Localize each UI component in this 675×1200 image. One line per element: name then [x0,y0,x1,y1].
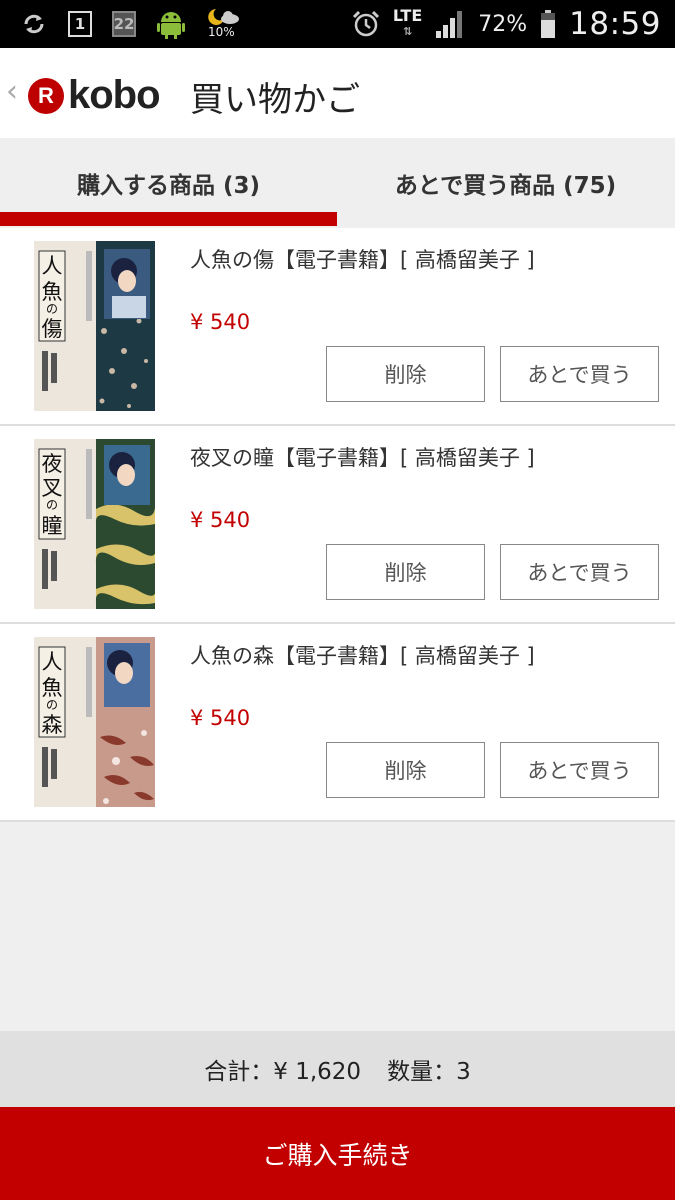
delete-button[interactable]: 削除 [326,346,485,402]
signal-icon [436,11,463,38]
svg-text:森: 森 [42,713,63,737]
data-arrows-icon: ⇅ [402,25,413,38]
app-header: ‹ R kobo 買い物かご [0,48,675,138]
svg-text:魚: 魚 [42,676,63,700]
calendar-icon-secondary: 22 [112,11,136,37]
item-title[interactable]: 人魚の傷【電子書籍】[ 高橋留美子 ] [190,244,535,274]
battery-percent: 72% [478,11,528,37]
cart-tabs: 購入する商品 (3) あとで買う商品 (75) [0,138,675,228]
svg-text:瞳: 瞳 [42,514,63,538]
buy-later-button[interactable]: あとで買う [500,544,659,600]
svg-text:叉: 叉 [42,476,63,500]
svg-text:人: 人 [42,650,63,674]
svg-text:の: の [46,302,58,316]
cart-item: 人 魚 の 森 人魚の森【電子書籍】[ 高橋留美子 ] ¥ 540 削除 あとで… [0,624,675,822]
kobo-logo[interactable]: R kobo [28,73,161,118]
calendar-icon: 1 [68,11,92,37]
cart-item-list: 人 魚 の 傷 人魚の傷【電子書籍】[ 高橋留美子 ] ¥ 540 削除 あとで… [0,228,675,822]
weather-icon: 10% [206,7,242,41]
page-title: 買い物かご [190,80,360,120]
total-quantity: 数量：3 [387,1059,471,1085]
item-price: ¥ 540 [190,310,251,334]
svg-text:傷: 傷 [42,317,63,341]
buy-later-button[interactable]: あとで買う [500,742,659,798]
clock: 18:59 [569,6,661,42]
item-price: ¥ 540 [190,706,251,730]
book-cover[interactable]: 人 魚 の 傷 [34,241,155,411]
cart-summary: 合計：¥ 1,620 数量：3 [0,1031,675,1107]
status-bar-right: LTE ⇅ 72% 18:59 [351,6,661,42]
buy-later-button[interactable]: あとで買う [500,346,659,402]
svg-text:夜: 夜 [42,452,63,476]
item-title[interactable]: 人魚の森【電子書籍】[ 高橋留美子 ] [190,640,535,670]
active-tab-indicator [0,212,337,226]
item-price: ¥ 540 [190,508,251,532]
battery-icon [541,10,556,38]
delete-button[interactable]: 削除 [326,544,485,600]
tab-buy-later-items[interactable]: あとで買う商品 (75) [337,138,674,228]
weather-percent: 10% [208,25,235,39]
back-chevron-icon[interactable]: ‹ [6,74,18,109]
svg-text:の: の [46,498,58,512]
rakuten-r-icon: R [28,77,64,114]
item-title[interactable]: 夜叉の瞳【電子書籍】[ 高橋留美子 ] [190,442,535,472]
alarm-icon [352,10,379,37]
cart-item: 人 魚 の 傷 人魚の傷【電子書籍】[ 高橋留美子 ] ¥ 540 削除 あとで… [0,228,675,426]
svg-text:の: の [46,698,58,712]
svg-text:人: 人 [42,254,63,278]
cart-item: 夜 叉 の 瞳 夜叉の瞳【電子書籍】[ 高橋留美子 ] ¥ 540 削除 あとで… [0,426,675,624]
book-cover[interactable]: 人 魚 の 森 [34,637,155,807]
checkout-button[interactable]: ご購入手続き [0,1107,675,1200]
svg-text:魚: 魚 [42,280,63,304]
status-bar-left: 1 22 10% [20,8,242,40]
android-icon [157,12,185,39]
book-cover[interactable]: 夜 叉 の 瞳 [34,439,155,609]
network-type: LTE ⇅ [392,6,423,39]
status-bar: 1 22 10% LTE ⇅ 72% 18:59 [0,0,675,48]
logo-text: kobo [68,73,161,117]
sync-icon [24,14,44,34]
delete-button[interactable]: 削除 [326,742,485,798]
total-amount: 合計：¥ 1,620 [204,1059,362,1085]
